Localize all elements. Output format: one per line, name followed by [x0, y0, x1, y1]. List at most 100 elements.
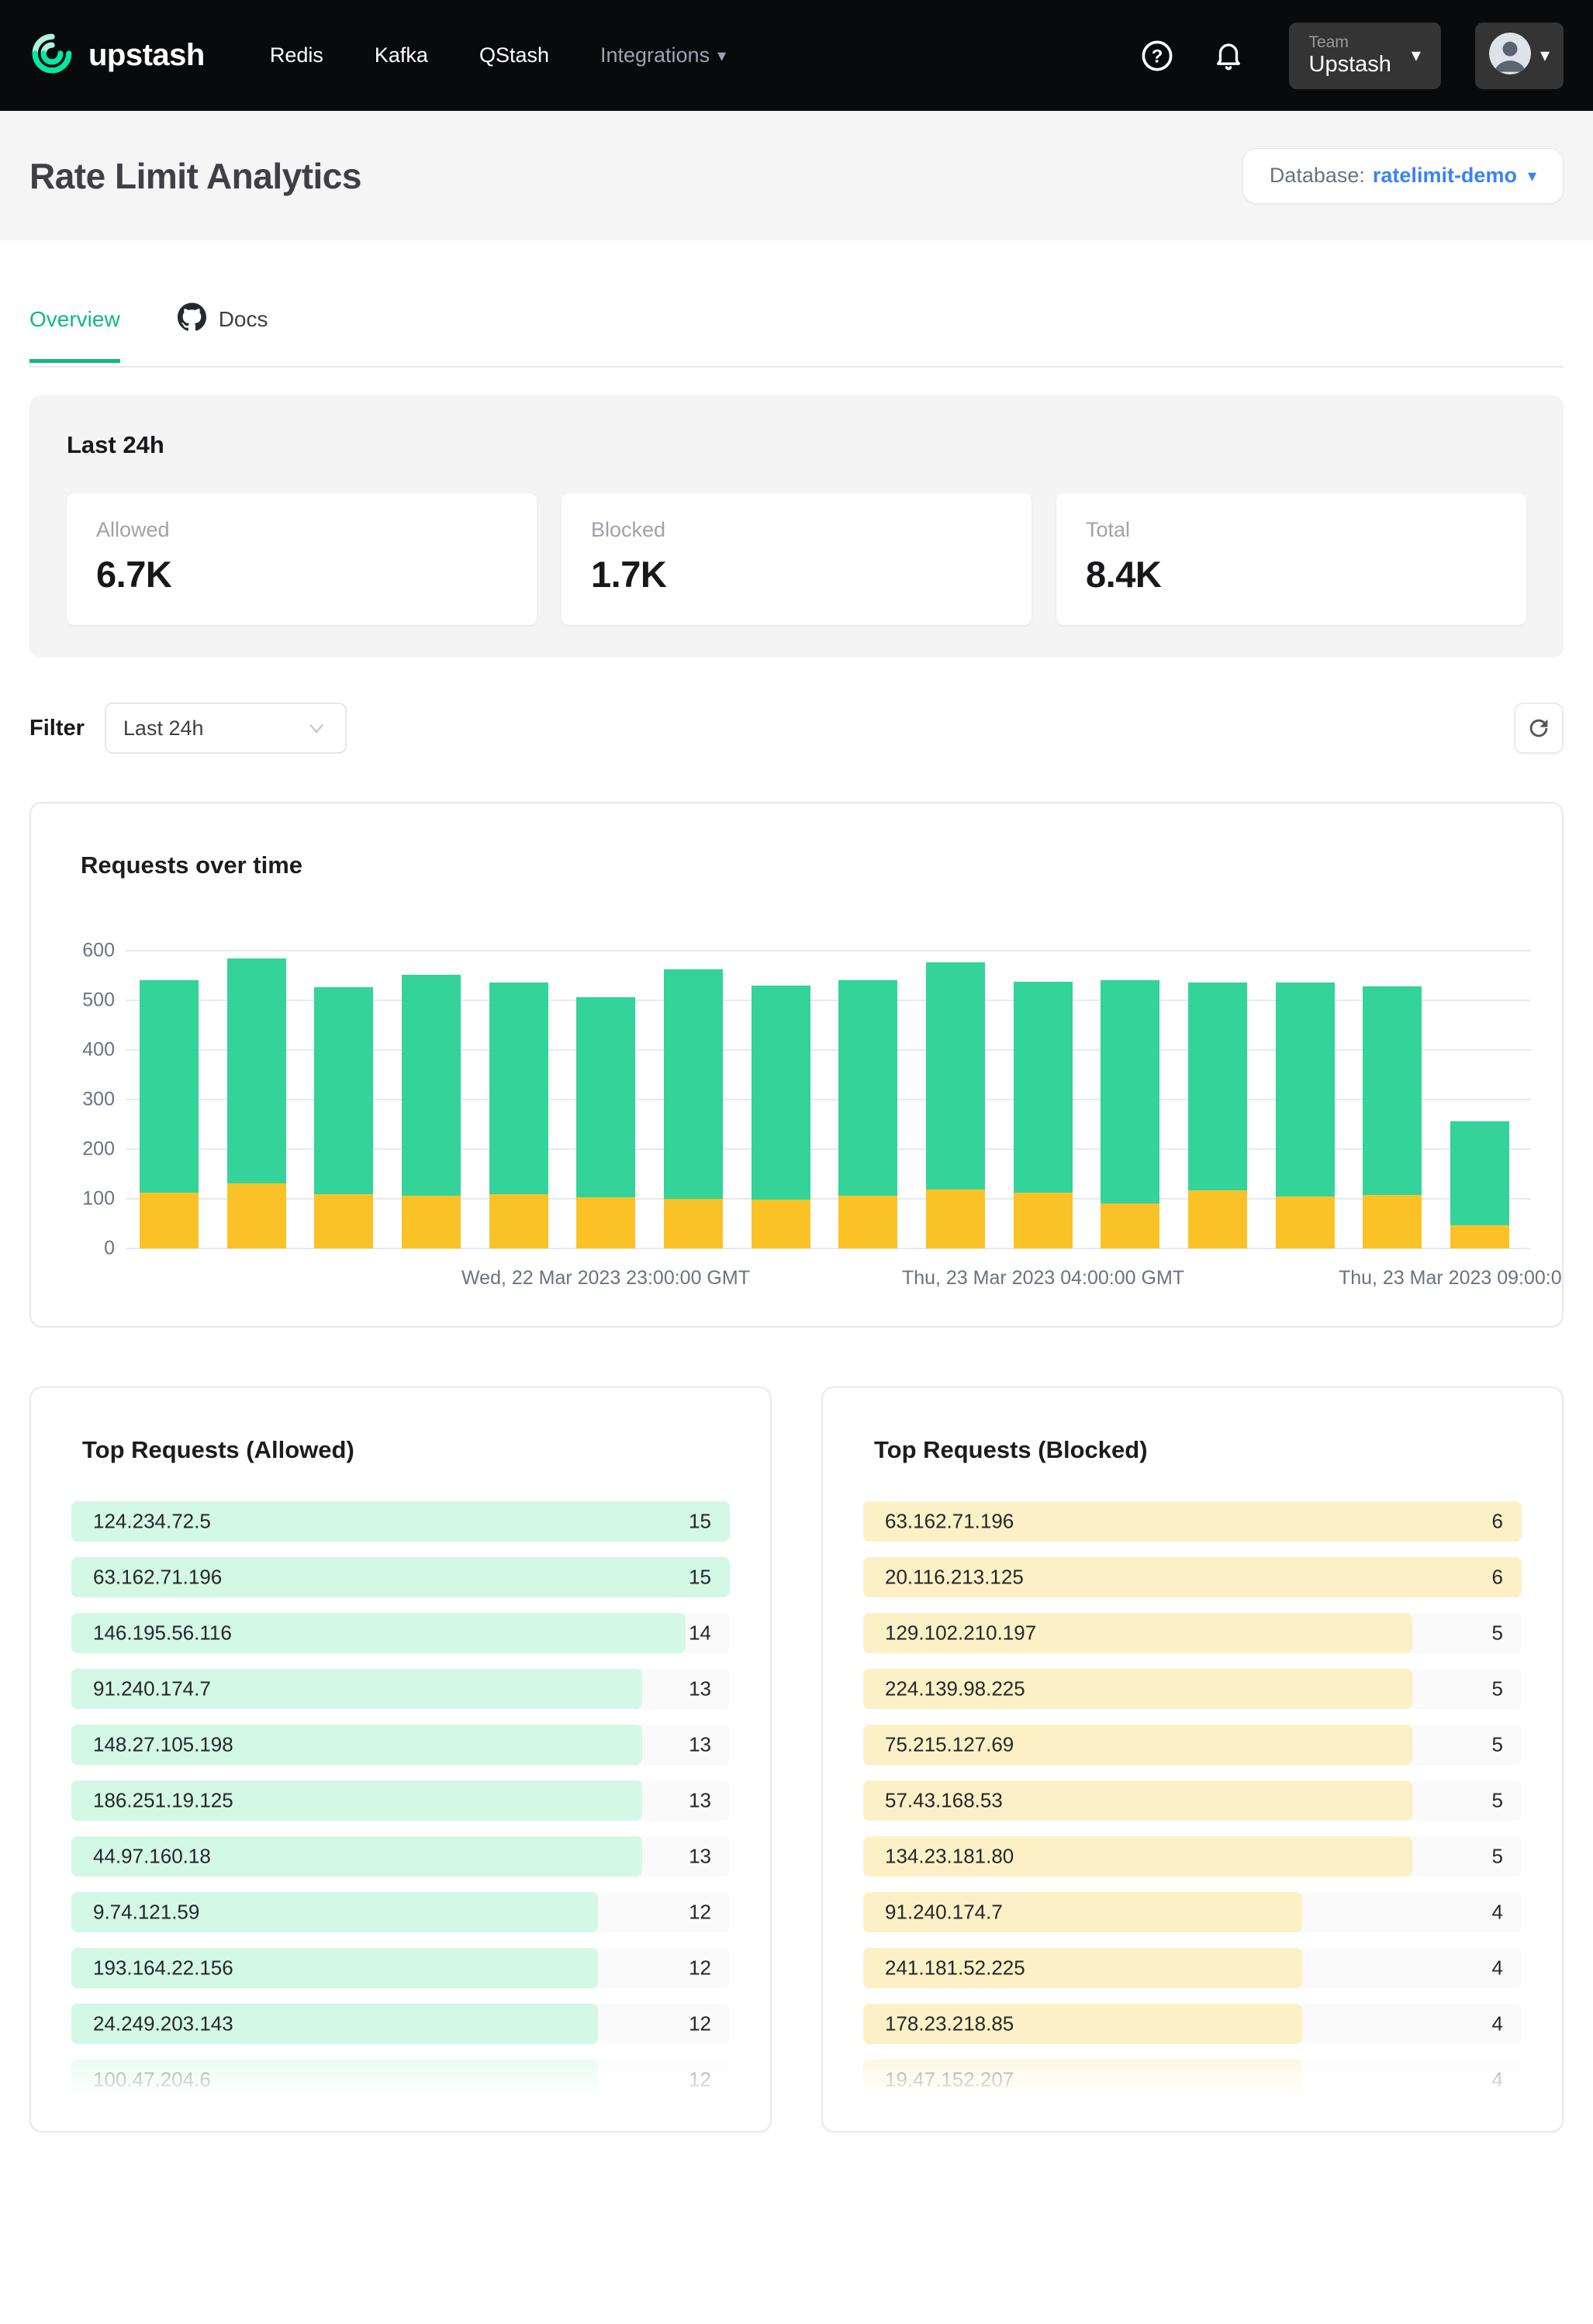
chart-bars	[126, 951, 1531, 1248]
stacked-bar	[752, 986, 810, 1248]
bar-allowed-segment	[1188, 982, 1247, 1190]
bar-blocked-segment	[314, 1194, 373, 1248]
allowed-table-row: 124.234.72.515	[71, 1501, 730, 1542]
bar-blocked-segment	[1276, 1197, 1335, 1248]
chart-y-axis: 0100200300400500600	[62, 951, 126, 1248]
allowed-table-row: 148.27.105.198 13	[71, 1725, 730, 1765]
bar-allowed-segment	[140, 980, 199, 1193]
request-count: 5	[1492, 1733, 1503, 1757]
ip-address: 124.234.72.5	[93, 1510, 211, 1534]
ip-address: 148.27.105.198	[93, 1733, 233, 1757]
bar-allowed-segment	[402, 975, 461, 1195]
stats-title: Last 24h	[67, 431, 1526, 459]
request-count: 6	[1492, 1510, 1503, 1534]
bar-allowed-segment	[926, 962, 985, 1189]
avatar	[1489, 33, 1531, 78]
ip-address: 178.23.218.85	[885, 2012, 1014, 2036]
stats-panel: Last 24h Allowed 6.7K Blocked 1.7K Total…	[29, 395, 1564, 658]
request-count: 5	[1492, 1621, 1503, 1645]
bar-blocked-segment	[140, 1193, 199, 1248]
nav-link-qstash[interactable]: QStash	[479, 43, 549, 67]
stat-value: 8.4K	[1086, 553, 1497, 596]
team-label: Team	[1309, 33, 1391, 52]
y-axis-tick-label: 300	[82, 1089, 115, 1111]
stacked-bar	[1450, 1121, 1509, 1248]
team-switcher-button[interactable]: Team Upstash ▾	[1289, 22, 1441, 89]
nav-right: ? Team Upstash ▾	[1139, 22, 1564, 89]
stacked-bar	[489, 982, 548, 1248]
blocked-list: 63.162.71.196620.116.213.1256129.102.210…	[863, 1501, 1522, 2100]
ip-address: 63.162.71.196	[885, 1510, 1014, 1534]
allowed-table-row: 24.249.203.14312	[71, 2004, 730, 2044]
top-requests-blocked-card: Top Requests (Blocked) 63.162.71.196620.…	[821, 1386, 1564, 2132]
ip-address: 57.43.168.53	[885, 1789, 1003, 1813]
chevron-down-icon: ▾	[717, 47, 726, 64]
time-range-select[interactable]: Last 24h	[105, 703, 347, 754]
request-count: 4	[1492, 2068, 1503, 2092]
ip-address: 9.74.121.59	[93, 1901, 199, 1925]
stat-card-total: Total 8.4K	[1056, 493, 1526, 625]
ip-address: 100.47.204.6	[93, 2068, 211, 2092]
bar-allowed-segment	[838, 980, 897, 1196]
nav-link-integrations[interactable]: Integrations ▾	[600, 43, 726, 67]
database-selector[interactable]: Database: ratelimit-demo ▾	[1242, 148, 1564, 204]
filter-label: Filter	[29, 716, 85, 741]
github-icon	[178, 302, 206, 337]
allowed-table-row: 44.97.160.1813	[71, 1836, 730, 1877]
page-header: Rate Limit Analytics Database: ratelimit…	[0, 111, 1593, 240]
tab-docs[interactable]: Docs	[178, 302, 268, 366]
tab-bar: Overview Docs	[29, 302, 1564, 368]
refresh-icon	[1526, 715, 1552, 741]
blocked-table-row: 178.23.218.85 4	[863, 2004, 1522, 2044]
x-axis-tick-label: Wed, 22 Mar 2023 23:00:00 GMT	[461, 1267, 750, 1290]
request-count: 4	[1492, 1901, 1503, 1925]
stat-card-allowed: Allowed 6.7K	[67, 493, 537, 625]
request-count: 4	[1492, 2012, 1503, 2036]
table-title-allowed: Top Requests (Allowed)	[82, 1436, 730, 1464]
refresh-button[interactable]	[1514, 703, 1564, 754]
blocked-table-row: 224.139.98.2255	[863, 1669, 1522, 1709]
request-count: 6	[1492, 1566, 1503, 1590]
stacked-bar	[1014, 982, 1073, 1248]
y-axis-tick-label: 500	[82, 989, 115, 1012]
allowed-table-row: 193.164.22.15612	[71, 1948, 730, 1988]
time-range-value: Last 24h	[123, 717, 204, 741]
request-count: 13	[689, 1845, 711, 1869]
bar-blocked-segment	[752, 1200, 810, 1248]
stacked-bar	[576, 997, 635, 1248]
stacked-bar	[140, 980, 199, 1248]
bar-allowed-segment	[1363, 986, 1422, 1195]
requests-over-time-card: Requests over time 0100200300400500600 W…	[29, 802, 1564, 1328]
notifications-bell-button[interactable]	[1210, 37, 1247, 74]
bar-blocked-segment	[227, 1183, 286, 1248]
blocked-table-row: 57.43.168.535	[863, 1780, 1522, 1821]
help-button[interactable]: ?	[1139, 37, 1176, 74]
nav-link-redis[interactable]: Redis	[270, 43, 323, 67]
nav-link-kafka[interactable]: Kafka	[375, 43, 428, 67]
upstash-logo-icon	[29, 31, 74, 80]
tab-overview[interactable]: Overview	[29, 307, 120, 361]
bar-blocked-segment	[576, 1197, 635, 1248]
stat-value: 1.7K	[591, 553, 1002, 596]
allowed-table-row: 9.74.121.5912	[71, 1892, 730, 1932]
blocked-table-row: 75.215.127.69 5	[863, 1725, 1522, 1765]
allowed-list: 124.234.72.51563.162.71.19615146.195.56.…	[71, 1501, 730, 2100]
stacked-bar	[1188, 982, 1247, 1248]
ip-address: 75.215.127.69	[885, 1733, 1014, 1757]
bar-blocked-segment	[664, 1199, 723, 1248]
bar-allowed-segment	[1276, 982, 1335, 1197]
allowed-table-row: 186.251.19.12513	[71, 1780, 730, 1821]
stacked-bar	[664, 969, 723, 1248]
request-count: 12	[689, 2068, 711, 2092]
upstash-brand[interactable]: upstash	[29, 31, 205, 80]
account-menu-button[interactable]: ▾	[1475, 22, 1564, 89]
bar-allowed-segment	[489, 982, 548, 1194]
bar-allowed-segment	[1101, 980, 1159, 1203]
ip-address: 91.240.174.7	[885, 1901, 1003, 1925]
page-title: Rate Limit Analytics	[29, 155, 361, 197]
request-count: 12	[689, 2012, 711, 2036]
tab-docs-label: Docs	[219, 307, 268, 332]
chevron-down-icon	[305, 717, 328, 740]
ip-address: 146.195.56.116	[93, 1621, 232, 1645]
request-count: 13	[689, 1733, 711, 1757]
